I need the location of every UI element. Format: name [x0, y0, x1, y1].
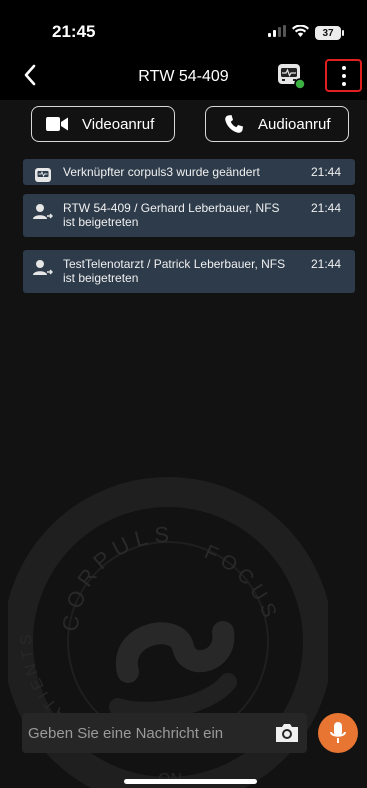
- corpuls-device-icon: [35, 168, 51, 182]
- system-message: RTW 54-409 / Gerhard Leberbauer, NFS ist…: [23, 194, 355, 237]
- message-text-line1: RTW 54-409 / Gerhard Leberbauer, NFS: [63, 201, 280, 215]
- corpuls-device-icon: [278, 64, 306, 90]
- status-bar: 21:45 37: [0, 0, 367, 50]
- message-time: 21:44: [311, 165, 342, 179]
- video-call-label: Videoanruf: [82, 115, 155, 133]
- audio-call-button[interactable]: Audioanruf: [205, 106, 349, 142]
- battery-icon: 37: [315, 26, 344, 40]
- more-vertical-icon: [341, 65, 346, 70]
- message-text: Verknüpfter corpuls3 wurde geändert: [63, 165, 260, 179]
- message-time: 21:44: [311, 201, 342, 215]
- chat-header: RTW 54-409: [0, 50, 367, 100]
- user-joined-icon: [33, 260, 53, 275]
- status-time: 21:45: [52, 22, 96, 41]
- system-message: TestTelenotarzt / Patrick Leberbauer, NF…: [23, 250, 355, 293]
- message-text-line2: ist beigetreten: [63, 271, 139, 285]
- call-buttons-row: Videoanruf Audioanruf: [31, 106, 349, 142]
- system-message: Verknüpfter corpuls3 wurde geändert 21:4…: [23, 159, 355, 185]
- corpuls-device-button[interactable]: [276, 60, 308, 92]
- more-options-button[interactable]: [325, 59, 362, 92]
- message-time: 21:44: [311, 257, 342, 271]
- camera-icon: [276, 724, 298, 742]
- page-title: RTW 54-409: [138, 68, 229, 85]
- camera-button[interactable]: [274, 721, 300, 745]
- user-joined-icon: [33, 204, 53, 219]
- message-input[interactable]: [22, 713, 262, 753]
- message-text-line1: TestTelenotarzt / Patrick Leberbauer, NF…: [63, 257, 286, 271]
- wifi-icon: [292, 24, 309, 42]
- message-composer: [22, 713, 307, 753]
- signal-icon: [268, 24, 286, 42]
- device-status-dot: [294, 78, 306, 90]
- home-indicator: [124, 779, 257, 784]
- phone-icon: [225, 115, 243, 133]
- video-camera-icon: [46, 117, 68, 131]
- audio-call-label: Audioanruf: [258, 115, 331, 133]
- message-text-line2: ist beigetreten: [63, 215, 139, 229]
- chat-area: CORPULS FOCUS PATIENTS ON Videoanruf Aud…: [0, 100, 367, 788]
- status-icons: 37: [268, 24, 344, 42]
- watermark-text-right: FOCUS: [201, 541, 277, 625]
- microphone-icon: [330, 722, 346, 743]
- video-call-button[interactable]: Videoanruf: [31, 106, 175, 142]
- svg-text:FOCUS: FOCUS: [201, 541, 282, 625]
- microphone-button[interactable]: [318, 713, 358, 753]
